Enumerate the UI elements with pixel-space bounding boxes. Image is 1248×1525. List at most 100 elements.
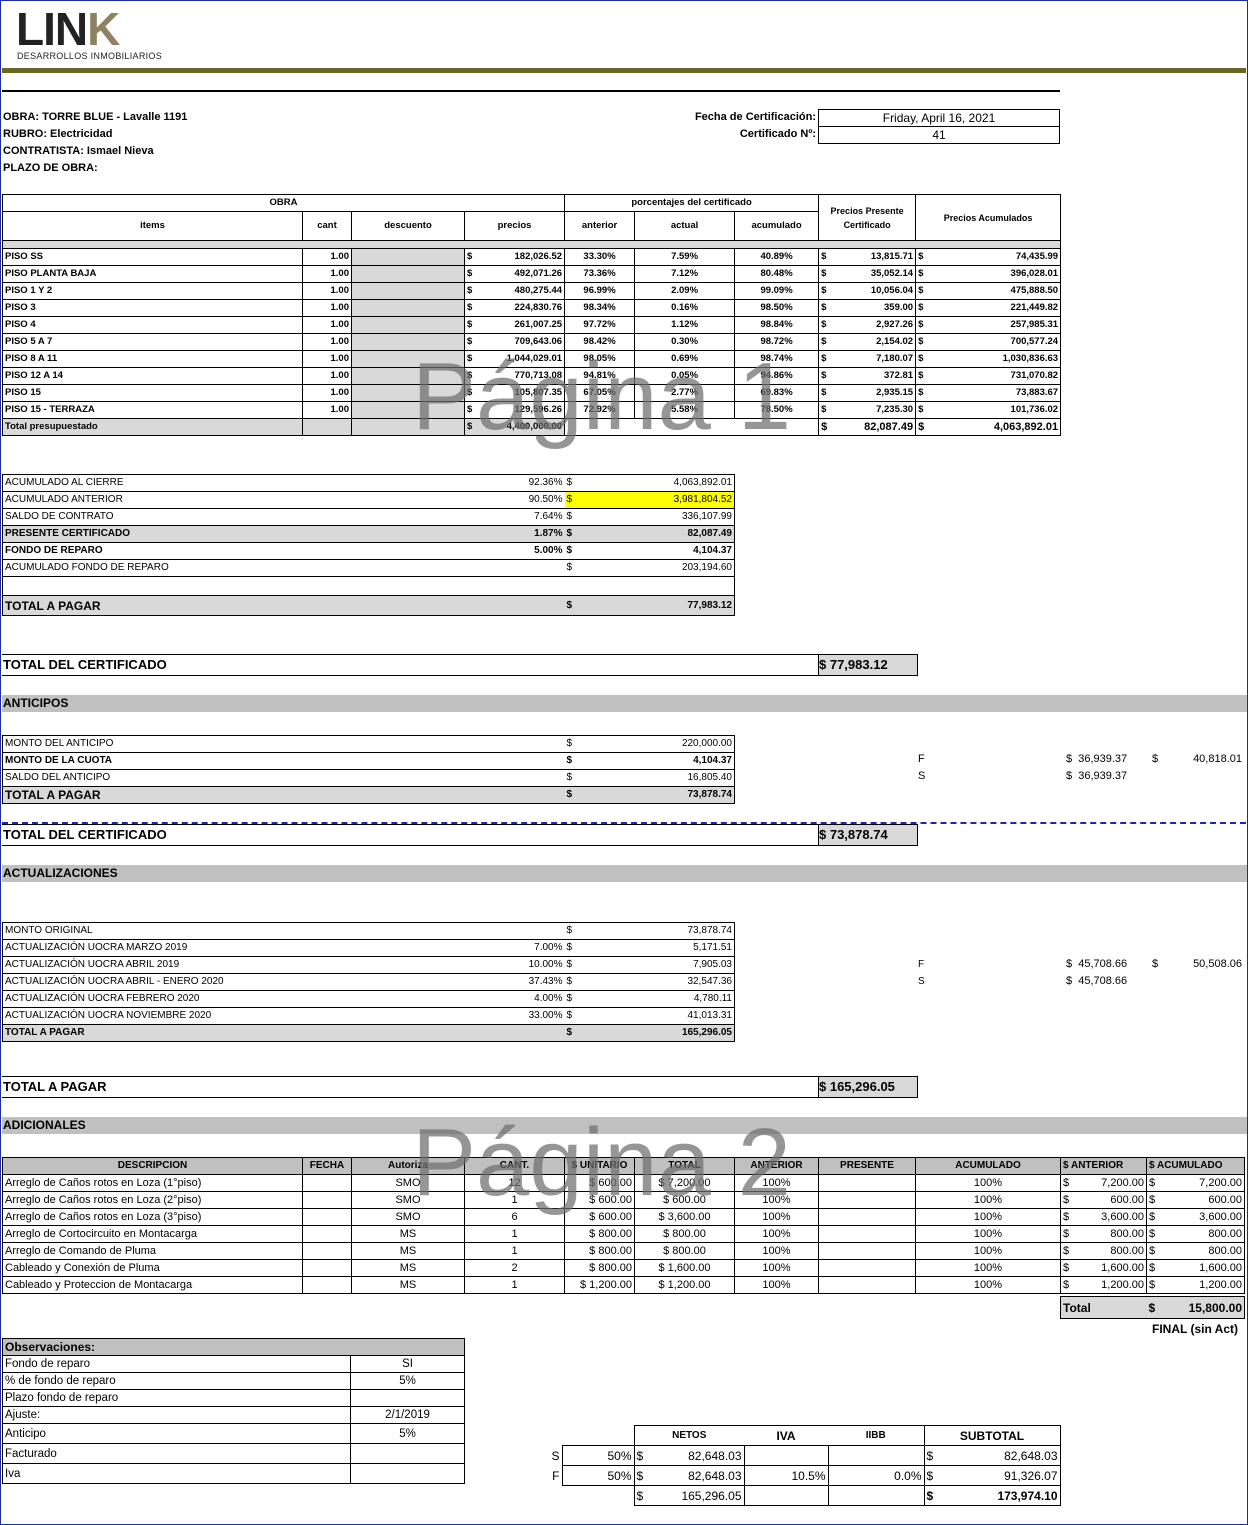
item-actual: 1.12% [634, 316, 736, 334]
adic-col-header: $ ANTERIOR [1060, 1157, 1147, 1175]
netos-row: F 50% $82,648.03 10.5% 0.0% $91,326.07 [546, 1465, 1061, 1486]
act-pct: 4.00% [534, 993, 563, 1004]
adic-money: $800.00 [1146, 1242, 1245, 1260]
netos-side: S [546, 1445, 563, 1466]
netos-value: $82,648.03 [633, 1445, 745, 1466]
actualizaciones-table: MONTO ORIGINAL $73,878.74 ACTUALIZACIÓN UO… [2, 922, 735, 1042]
item-presente: $2,927.26 [818, 316, 917, 334]
item-acum: $1,030,836.63 [918, 353, 1059, 364]
summary-label: ACUMULADO ANTERIOR [5, 494, 123, 505]
item-cant: 1.00 [302, 401, 352, 419]
act-dollar: $ [566, 1010, 573, 1021]
item-name: PISO 4 [2, 316, 303, 334]
obra-label: OBRA: TORRE BLUE - Lavalle 1191 [3, 111, 188, 123]
adic-cell [302, 1225, 352, 1243]
item-cant: 1.00 [302, 350, 352, 368]
act-dollar: $ [566, 993, 573, 1004]
adicionales-total-label: Total [1063, 1300, 1091, 1315]
adic-cell [818, 1259, 916, 1277]
act-pct: 10.00% [528, 959, 563, 970]
act-label: ACTUALIZACIÓN UOCRA ABRIL 2019 [5, 959, 180, 970]
adic-col-header: DESCRIPCION [2, 1157, 303, 1175]
item-actual: 7.59% [634, 248, 736, 266]
adic-cell: 100% [915, 1259, 1061, 1277]
act-pct: 7.00% [534, 942, 563, 953]
adic-cell: 1 [464, 1242, 565, 1260]
obs-label: Ajuste: [2, 1406, 351, 1424]
item-acum: $700,577.24 [918, 336, 1059, 347]
adicional-row: Arreglo de Cortocircuito en Montacarga MS… [2, 1225, 1245, 1243]
act-pct: 33.00% [528, 1010, 563, 1021]
netos-total: 165,296.05 [681, 1488, 742, 1503]
act-value: 41,013.31 [687, 1010, 733, 1021]
summary-value: 3,981,804.52 [634, 491, 735, 509]
item-presente: $359.00 [818, 299, 917, 317]
anticipo-row: MONTO DE LA CUOTA $4,104.37 [2, 753, 735, 770]
total-certificado-value-2: $ 73,878.74 [818, 824, 918, 846]
actualizacion-row: ACTUALIZACIÓN UOCRA ABRIL 2019 10.00% $7,9… [2, 957, 735, 974]
act-value: 4,780.11 [693, 993, 732, 1004]
obs-value [349, 1389, 466, 1407]
adic-cell: $ 800.00 [564, 1259, 635, 1277]
total-acumulado: 4,063,892.01 [993, 421, 1059, 433]
item-presente: $7,235.30 [818, 401, 917, 419]
act-label: ACTUALIZACIÓN UOCRA FEBRERO 2020 [5, 993, 200, 1004]
anticipos-side-s: S [918, 770, 926, 782]
total-label: Total presupuestado [2, 418, 303, 436]
observacion-row: Facturado [2, 1443, 466, 1464]
adic-money: $800.00 [1060, 1242, 1147, 1260]
adic-cell: MS [351, 1259, 465, 1277]
table-row: PISO SS 1.00 $182,026.52 33.30% 7.59% 40.89% $… [2, 248, 1061, 266]
adic-cell: Cableado y Proteccion de Montacarga [2, 1276, 303, 1294]
observacion-row: Iva [2, 1463, 466, 1484]
item-presente: $372.81 [818, 367, 917, 385]
obs-value: 5% [349, 1372, 466, 1390]
header-spacer [2, 240, 1061, 249]
adicionales-total: Total $15,800.00 [1060, 1296, 1245, 1319]
adic-cell [818, 1174, 916, 1192]
item-descuento [351, 265, 465, 283]
summary-row: FONDO DE REPARO 5.00% $4,104.37 [2, 543, 735, 560]
item-acum: $74,435.99 [918, 251, 1059, 262]
item-descuento [351, 248, 465, 266]
col-anterior: anterior [564, 211, 636, 241]
anticipo-label: MONTO DE LA CUOTA [5, 755, 113, 766]
adic-money: $800.00 [1060, 1225, 1147, 1243]
item-anterior: 96.99% [564, 282, 636, 300]
anticipo-dollar: $ [566, 772, 573, 783]
summary-dollar: $ [566, 528, 573, 539]
item-acum: $221,449.82 [918, 302, 1059, 313]
adicional-row: Arreglo de Comando de Pluma MS 1 $ 800.00 $ … [2, 1242, 1245, 1260]
item-actual: 7.12% [634, 265, 736, 283]
obs-label: % de fondo de reparo [2, 1372, 351, 1390]
summary-value: 336,107.99 [681, 511, 732, 522]
adic-cell: Cableado y Conexión de Pluma [2, 1259, 303, 1277]
act-label: MONTO ORIGINAL [5, 925, 93, 936]
act-total-row: TOTAL A PAGAR $ 165,296.05 [2, 1024, 735, 1042]
observacion-row: % de fondo de reparo 5% [2, 1372, 466, 1390]
adic-cell: 100% [915, 1208, 1061, 1226]
item-cant: 1.00 [302, 367, 352, 385]
item-cant: 1.00 [302, 248, 352, 266]
anticipo-value: 220,000.00 [681, 738, 732, 749]
act-side-v1: 45,708.66 [1078, 958, 1128, 970]
netos-value: $82,648.03 [633, 1465, 745, 1486]
col-cant: cant [302, 211, 352, 241]
adic-col-header: FECHA [302, 1157, 352, 1175]
col-subtotal: SUBTOTAL [923, 1425, 1061, 1446]
item-name: PISO SS [2, 248, 303, 266]
netos-iibb [827, 1445, 925, 1466]
item-descuento [351, 282, 465, 300]
adic-cell: 1 [464, 1276, 565, 1294]
adic-cell: $ 800.00 [634, 1242, 735, 1260]
fecha-cert-box: Friday, April 16, 2021 41 [818, 109, 1060, 144]
observaciones-title: Observaciones: [1, 1338, 466, 1356]
anticipos-total-row: TOTAL A PAGAR $ 73,878.74 [2, 786, 735, 804]
obs-value: 2/1/2019 [349, 1406, 466, 1424]
item-presente: $7,180.07 [818, 350, 917, 368]
summary-row: SALDO DE CONTRATO 7.64% $336,107.99 [2, 509, 735, 526]
act-total-value: 165,296.05 [681, 1027, 732, 1038]
col-descuento: descuento [351, 211, 465, 241]
obs-value [349, 1463, 466, 1484]
adic-cell: 100% [915, 1174, 1061, 1192]
